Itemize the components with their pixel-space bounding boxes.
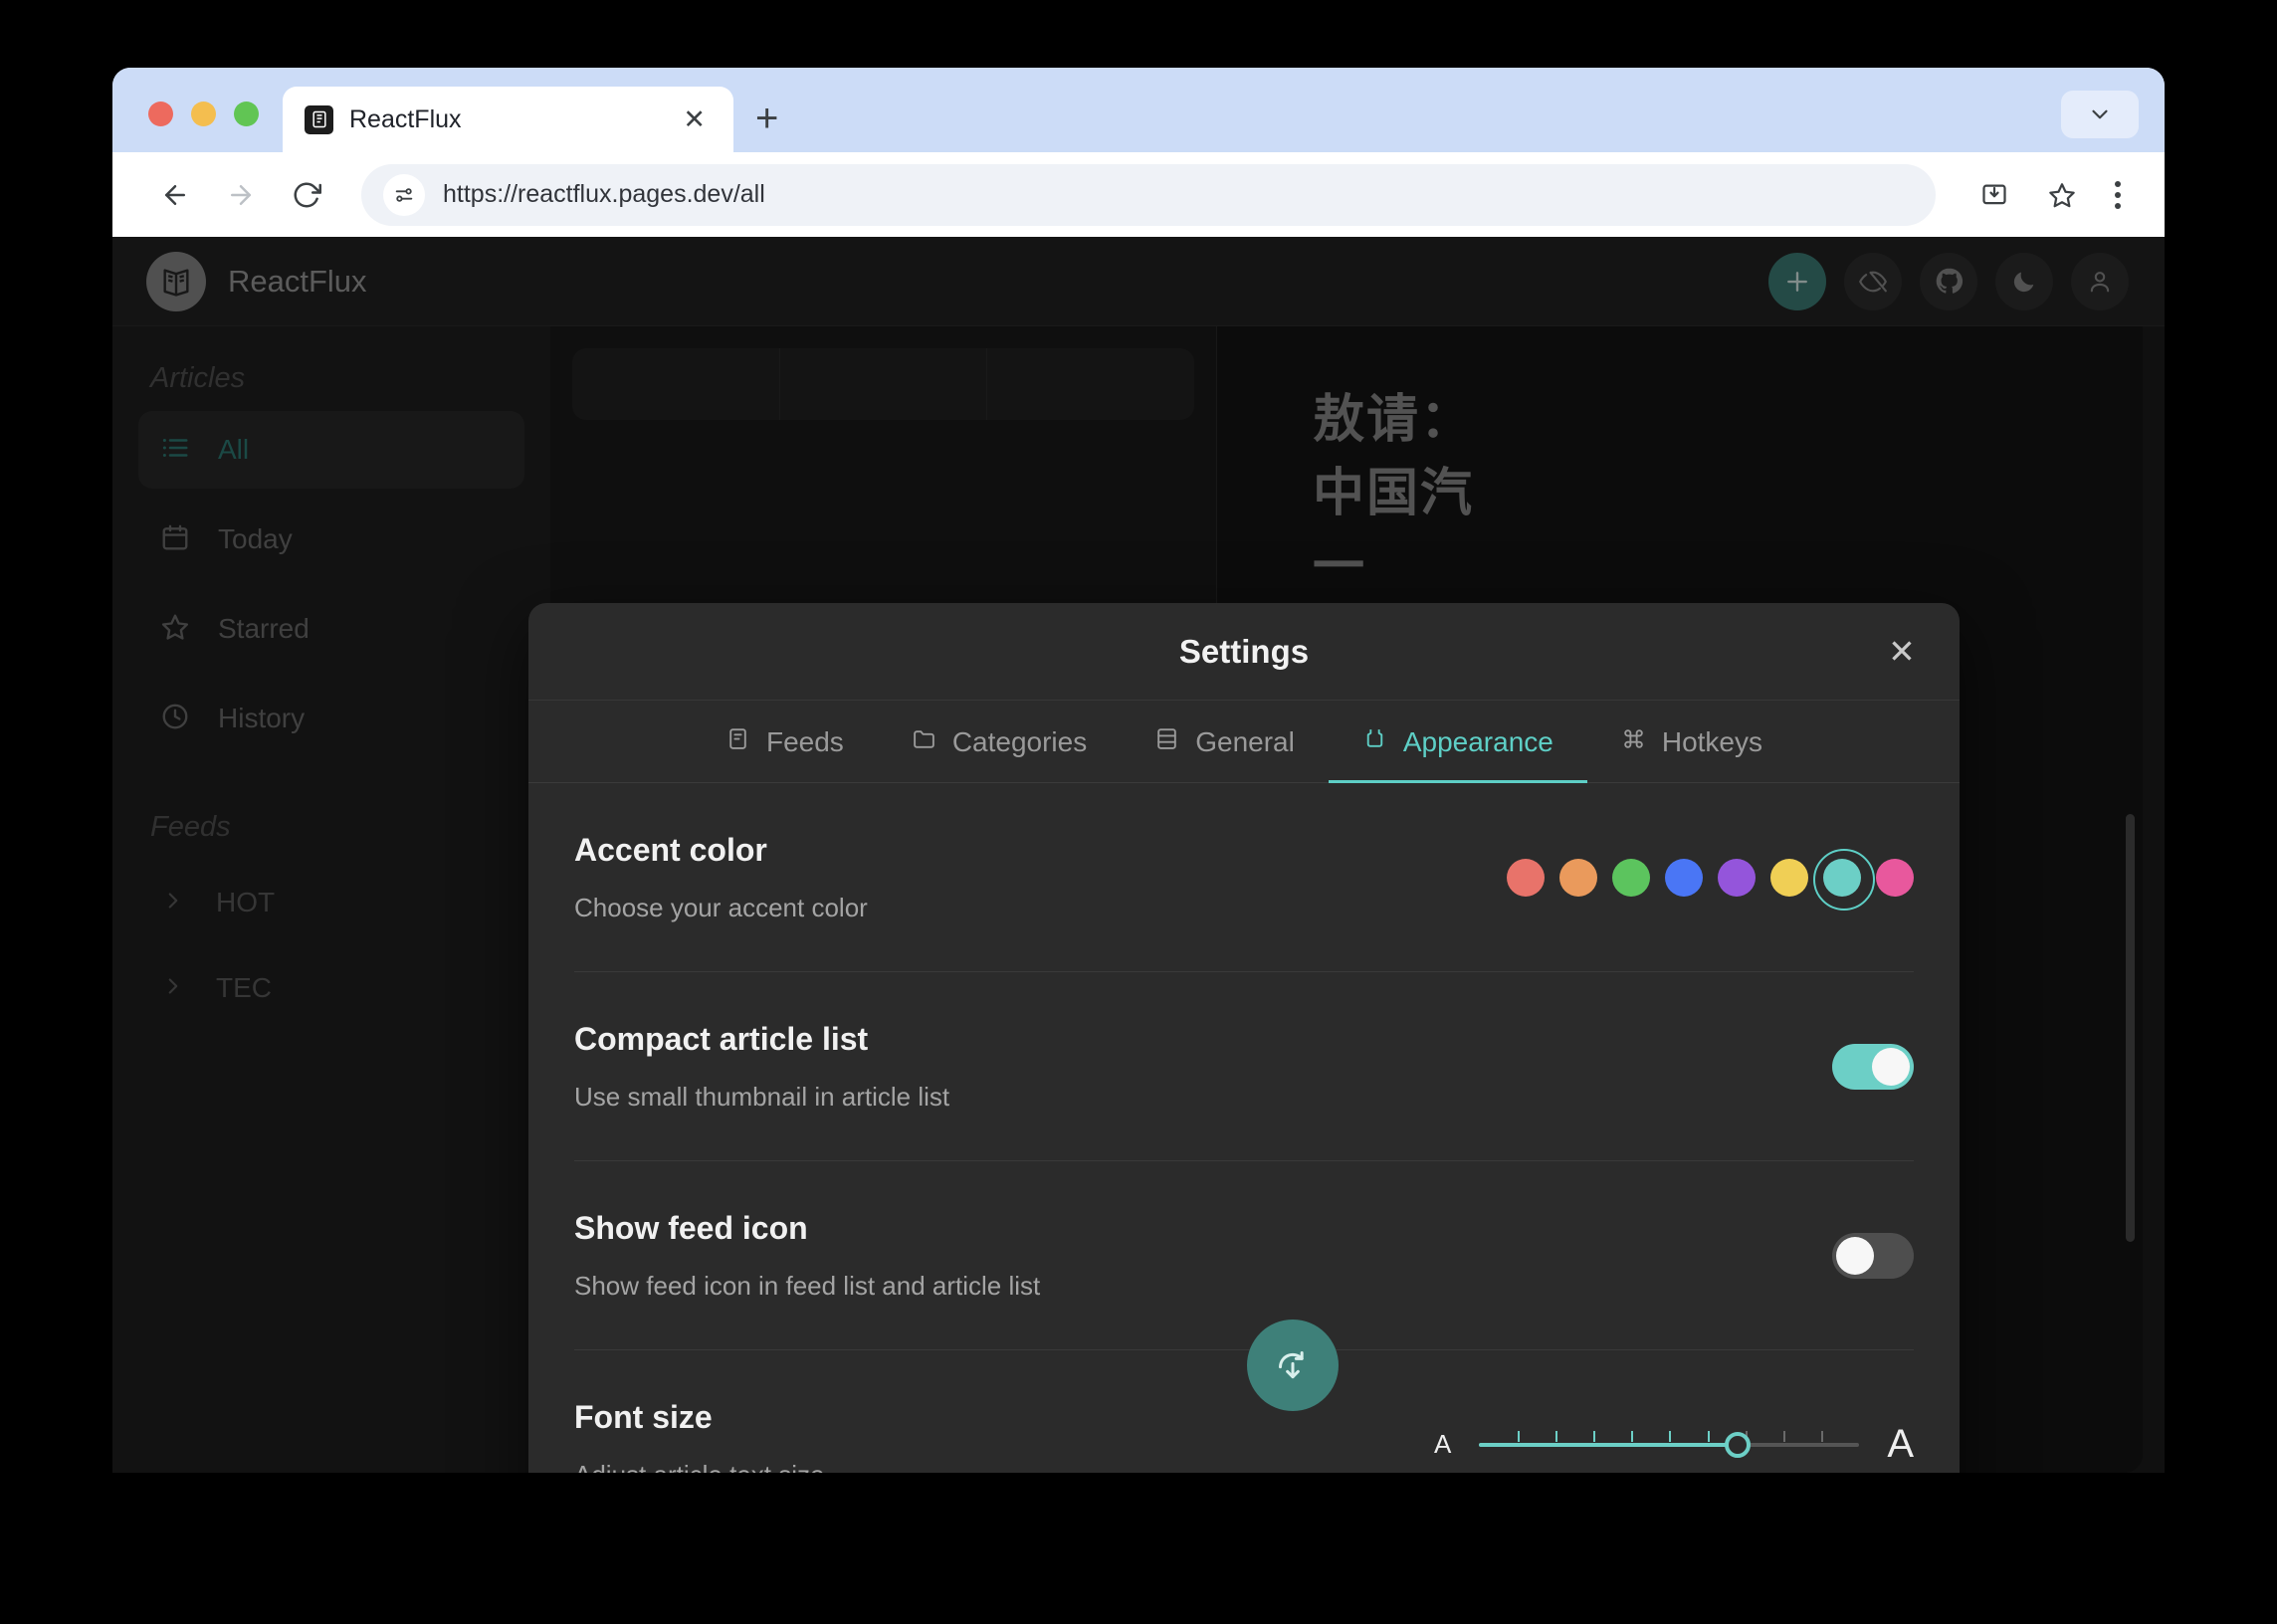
- compact-article-list-toggle[interactable]: [1832, 1043, 1914, 1090]
- palette-icon: [1362, 726, 1387, 758]
- browser-window: ReactFlux ✕ + https://reactflux.pages.de…: [112, 68, 2165, 1473]
- setting-text: Font size Adjust article text size: [574, 1399, 1434, 1474]
- setting-text: Compact article list Use small thumbnail…: [574, 1021, 1832, 1113]
- slider-tick: [1592, 1430, 1595, 1442]
- slider-tick: [1707, 1430, 1710, 1442]
- setting-description: Adjust article text size: [574, 1460, 1434, 1474]
- setting-text: Show feed icon Show feed icon in feed li…: [574, 1210, 1832, 1302]
- swatch-green[interactable]: [1612, 858, 1650, 897]
- setting-accent-color: Accent color Choose your accent color: [574, 783, 1914, 972]
- book-favicon: [305, 104, 333, 134]
- tab-categories[interactable]: Categories: [878, 701, 1121, 783]
- tab-label: Feeds: [765, 726, 844, 757]
- page-title: Settings: [1178, 632, 1310, 670]
- setting-compact-article-list: Compact article list Use small thumbnail…: [574, 972, 1914, 1161]
- tab-general[interactable]: General: [1121, 701, 1329, 783]
- font-size-slider[interactable]: [1479, 1428, 1860, 1462]
- settings-dialog: Settings ✕ Feeds Categories General Appe…: [528, 603, 1960, 1473]
- feed-icon: [725, 726, 750, 758]
- install-app-icon[interactable]: [1966, 166, 2023, 224]
- settings-content: Accent color Choose your accent color Co…: [528, 783, 1960, 1473]
- address-bar[interactable]: https://reactflux.pages.dev/all: [361, 163, 1936, 226]
- close-icon[interactable]: ✕: [1880, 630, 1924, 674]
- slider-tick: [1782, 1430, 1785, 1442]
- close-icon[interactable]: ✕: [675, 102, 714, 137]
- close-window-button[interactable]: [148, 102, 173, 126]
- setting-show-feed-icon: Show feed icon Show feed icon in feed li…: [574, 1161, 1914, 1350]
- swatch-red[interactable]: [1507, 858, 1545, 897]
- show-feed-icon-toggle[interactable]: [1832, 1232, 1914, 1279]
- settings-tabs: Feeds Categories General Appearance Hotk…: [528, 701, 1960, 783]
- tab-label: Categories: [951, 726, 1088, 757]
- font-size-max-label: A: [1887, 1422, 1914, 1466]
- tab-feeds[interactable]: Feeds: [692, 701, 878, 783]
- setting-title: Show feed icon: [574, 1209, 808, 1246]
- tab-label: Hotkeys: [1661, 726, 1763, 757]
- setting-description: Show feed icon in feed list and article …: [574, 1270, 1041, 1301]
- browser-tab-strip: ReactFlux ✕ +: [112, 68, 2165, 152]
- slider-tick: [1631, 1430, 1634, 1442]
- chevron-down-icon[interactable]: [2061, 91, 2139, 138]
- slider-tick: [1517, 1430, 1520, 1442]
- swatch-pink[interactable]: [1876, 858, 1914, 897]
- font-size-min-label: A: [1433, 1429, 1452, 1459]
- tab-appearance[interactable]: Appearance: [1328, 701, 1587, 783]
- tune-icon[interactable]: [383, 173, 425, 216]
- command-icon: [1621, 726, 1646, 758]
- setting-description: Use small thumbnail in article list: [574, 1081, 950, 1112]
- refresh-download-icon[interactable]: [1247, 1320, 1339, 1411]
- slider-tick: [1554, 1430, 1557, 1442]
- setting-control: [1832, 1043, 1914, 1090]
- setting-font-size: Font size Adjust article text size A: [574, 1350, 1914, 1474]
- font-size-slider-group: A A: [1434, 1422, 1914, 1467]
- reload-icon[interactable]: [278, 166, 335, 224]
- minimize-window-button[interactable]: [191, 102, 216, 126]
- setting-control: [1507, 848, 1914, 911]
- address-bar-url: https://reactflux.pages.dev/all: [443, 180, 765, 208]
- setting-text: Accent color Choose your accent color: [574, 832, 1507, 923]
- toolbar-actions: [1966, 166, 2135, 224]
- slider-tick: [1669, 1430, 1672, 1442]
- settings-dialog-header: Settings ✕: [528, 603, 1960, 701]
- three-dots-icon[interactable]: [2101, 173, 2135, 217]
- star-icon[interactable]: [2033, 166, 2091, 224]
- setting-description: Choose your accent color: [574, 892, 868, 922]
- swatch-purple[interactable]: [1718, 858, 1756, 897]
- maximize-window-button[interactable]: [234, 102, 259, 126]
- slider-thumb[interactable]: [1725, 1431, 1752, 1458]
- window-traffic-lights: [112, 102, 283, 152]
- setting-control: A A: [1434, 1422, 1914, 1467]
- swatch-blue[interactable]: [1665, 858, 1703, 897]
- forward-arrow-icon[interactable]: [212, 166, 270, 224]
- tab-label: General: [1195, 726, 1295, 757]
- folder-icon: [912, 726, 936, 758]
- back-arrow-icon[interactable]: [146, 166, 204, 224]
- setting-title: Accent color: [574, 831, 767, 868]
- tab-hotkeys[interactable]: Hotkeys: [1587, 701, 1796, 783]
- browser-tab-title: ReactFlux: [349, 104, 462, 133]
- swatch-orange[interactable]: [1559, 858, 1597, 897]
- swatch-yellow[interactable]: [1770, 858, 1808, 897]
- reactflux-app: ReactFlux Articles All Today Starred His…: [112, 237, 2165, 1473]
- browser-toolbar: https://reactflux.pages.dev/all: [112, 152, 2165, 237]
- accent-color-swatches: [1507, 848, 1914, 911]
- toggle-knob: [1836, 1236, 1874, 1275]
- toggle-knob: [1872, 1047, 1910, 1086]
- tab-label: Appearance: [1402, 726, 1553, 757]
- setting-control: [1832, 1232, 1914, 1279]
- browser-tab[interactable]: ReactFlux ✕: [283, 87, 733, 152]
- slider-ticks: [1479, 1428, 1859, 1462]
- new-tab-button[interactable]: +: [755, 99, 778, 138]
- slider-tick: [1821, 1430, 1824, 1442]
- sliders-icon: [1154, 726, 1179, 758]
- setting-title: Compact article list: [574, 1020, 869, 1057]
- swatch-teal[interactable]: [1813, 848, 1875, 911]
